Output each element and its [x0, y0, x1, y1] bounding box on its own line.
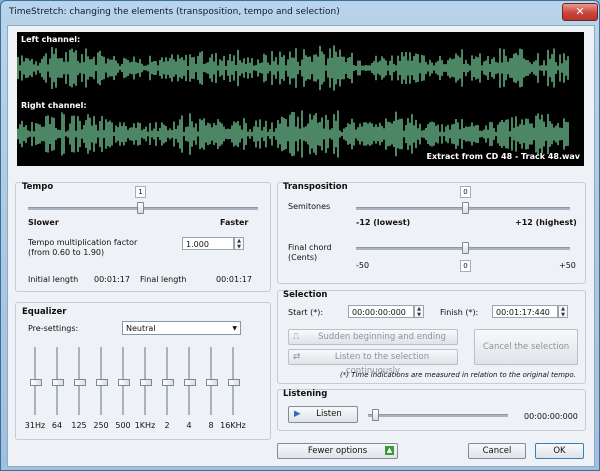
preset-select[interactable]: Neutral ▼: [122, 321, 241, 335]
faster-label: Faster: [220, 218, 249, 227]
ok-button[interactable]: OK: [535, 443, 584, 459]
left-channel-label: Left channel:: [21, 35, 81, 44]
eq-band-label: 8: [208, 421, 214, 430]
listening-position-track[interactable]: [368, 414, 508, 417]
loop-icon: ⇄: [293, 352, 301, 362]
eq-band-thumb[interactable]: [206, 379, 218, 386]
eq-band-thumb[interactable]: [30, 379, 42, 386]
sudden-beginning-label: Sudden beginning and ending: [318, 332, 446, 342]
tempo-slider-thumb[interactable]: [137, 202, 144, 214]
right-channel-label: Right channel:: [21, 101, 87, 110]
dialog-body: Left channel: Right channel: Extract fro…: [7, 25, 595, 467]
slower-label: Slower: [28, 218, 59, 227]
eq-band-thumb[interactable]: [140, 379, 152, 386]
final-length-label: Final length: [140, 275, 187, 284]
close-icon: ✕: [575, 5, 585, 18]
semitones-max-label: +12 (highest): [515, 218, 577, 227]
eq-band-label: 16KHz: [220, 421, 246, 430]
eq-band-thumb[interactable]: [184, 379, 196, 386]
semitones-value: 0: [460, 186, 471, 198]
finish-input[interactable]: 00:01:17:440: [492, 305, 558, 318]
tempo-panel: Tempo 1 Slower Faster Tempo multiplicati…: [15, 182, 271, 292]
sudden-beginning-button[interactable]: ⎍ Sudden beginning and ending: [288, 329, 458, 345]
finish-label: Finish (*):: [440, 308, 479, 317]
eq-band-thumb[interactable]: [162, 379, 174, 386]
close-button[interactable]: ✕: [562, 3, 598, 21]
semitones-slider-thumb[interactable]: [462, 202, 469, 214]
listening-title: Listening: [283, 389, 328, 399]
tempo-slider-value: 1: [135, 186, 146, 198]
eq-band-thumb[interactable]: [52, 379, 64, 386]
tempo-factor-spinner[interactable]: ▲ ▼: [234, 237, 244, 250]
listen-button[interactable]: ▶ Listen: [288, 406, 358, 423]
semitones-label: Semitones: [288, 202, 331, 211]
listening-panel: Listening ▶ Listen 00:00:00:000: [277, 389, 586, 431]
finish-spinner[interactable]: ▲ ▼: [558, 305, 568, 318]
initial-length-label: Initial length: [28, 275, 79, 284]
factor-label: Tempo multiplication factor: [28, 238, 138, 247]
final-chord-label: Final chord: [288, 243, 332, 252]
selection-note: (*) Time indications are measured in rel…: [340, 371, 576, 379]
fewer-options-label: Fewer options: [307, 446, 368, 456]
cents-value: 0: [460, 260, 471, 272]
eq-band-label: 2: [164, 421, 170, 430]
title-bar[interactable]: TimeStretch: changing the elements (tran…: [1, 1, 599, 23]
equalizer-title: Equalizer: [22, 307, 67, 317]
initial-length-value: 00:01:17: [94, 275, 130, 284]
eq-band-label: 31Hz: [24, 421, 46, 430]
equalizer-panel: Equalizer Pre-settings: Neutral ▼ 31Hz 64…: [15, 302, 271, 440]
eq-band-label: 250: [93, 421, 109, 430]
eq-band-thumb[interactable]: [118, 379, 130, 386]
presettings-label: Pre-settings:: [28, 324, 79, 333]
listening-time: 00:00:00:000: [524, 412, 578, 421]
window-title: TimeStretch: changing the elements (tran…: [9, 7, 340, 17]
tempo-factor-input[interactable]: 1.000: [182, 237, 234, 250]
listen-label: Listen: [316, 409, 342, 419]
cents-slider-thumb[interactable]: [462, 242, 469, 254]
waveform-graphic: [17, 45, 569, 158]
left-channel-wave: [17, 45, 569, 91]
cents-max-label: +50: [559, 261, 576, 270]
eq-band-label: 500: [115, 421, 131, 430]
listen-continuous-button[interactable]: ⇄ Listen to the selection continuously: [288, 349, 458, 376]
arrow-up-icon: ▲: [385, 446, 394, 455]
final-length-value: 00:01:17: [216, 275, 252, 284]
factor-range-label: (from 0.60 to 1.90): [28, 248, 105, 257]
start-label: Start (*):: [288, 308, 324, 317]
start-input[interactable]: 00:00:00:000: [348, 305, 414, 318]
eq-band-thumb[interactable]: [74, 379, 86, 386]
eq-band-thumb[interactable]: [228, 379, 240, 386]
tempo-title: Tempo: [22, 182, 54, 192]
transposition-title: Transposition: [283, 182, 348, 192]
transposition-panel: Transposition 0 Semitones -12 (lowest) +…: [277, 182, 586, 284]
eq-band-label: 4: [186, 421, 192, 430]
cancel-selection-button[interactable]: Cancel the selection: [474, 329, 578, 365]
start-spinner[interactable]: ▲ ▼: [414, 305, 424, 318]
eq-band-label: 1KHz: [134, 421, 156, 430]
fewer-options-button[interactable]: Fewer options ▲: [277, 443, 398, 459]
selection-title: Selection: [283, 290, 328, 300]
waveform-display[interactable]: Left channel: Right channel: Extract fro…: [17, 32, 584, 166]
right-channel-wave: [17, 110, 569, 158]
eq-band-label: 64: [51, 421, 63, 430]
listening-position-thumb[interactable]: [372, 409, 379, 421]
play-icon: ▶: [294, 409, 301, 419]
eq-band-label: 125: [71, 421, 87, 430]
semitones-min-label: -12 (lowest): [356, 218, 411, 227]
cents-min-label: -50: [356, 261, 370, 270]
cents-label: (Cents): [288, 253, 318, 262]
extract-label: Extract from CD 48 - Track 48.wav: [426, 152, 580, 161]
square-wave-icon: ⎍: [293, 332, 300, 342]
cancel-button[interactable]: Cancel: [468, 443, 526, 459]
preset-value: Neutral: [126, 324, 156, 333]
timestretch-window: TimeStretch: changing the elements (tran…: [0, 0, 600, 471]
eq-band-thumb[interactable]: [96, 379, 108, 386]
selection-panel: Selection Start (*): 00:00:00:000 ▲ ▼ Fin…: [277, 290, 586, 384]
chevron-down-icon: ▼: [232, 325, 237, 332]
